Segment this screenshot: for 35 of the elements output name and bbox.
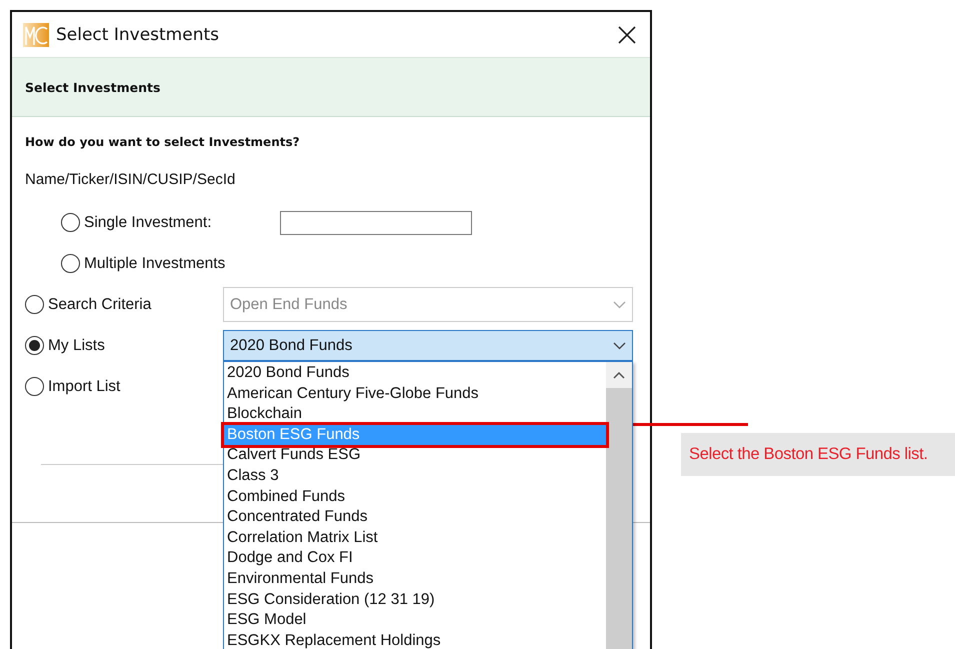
radio-option[interactable]: Search Criteria [25, 295, 152, 314]
single-investment-field[interactable] [280, 210, 472, 234]
question-text: How do you want to select Investments? [25, 135, 300, 151]
list-option[interactable]: ESG Model [224, 610, 606, 631]
chevron-down-icon [613, 300, 626, 308]
lookup-label: Name/Ticker/ISIN/CUSIP/SecId [25, 171, 236, 190]
chevron-up-icon [613, 372, 625, 378]
chevron-down-icon [613, 342, 626, 350]
list-option[interactable]: Environmental Funds [224, 568, 606, 590]
scroll-up-button[interactable] [606, 362, 632, 388]
list-option[interactable]: Dodge and Cox FI [224, 548, 606, 569]
radio-option[interactable]: Import List [25, 377, 120, 396]
radio-option[interactable]: Single Investment: [25, 213, 212, 232]
section-title: Select Investments [25, 80, 160, 94]
radio-button[interactable] [25, 295, 44, 314]
list-option[interactable]: Calvert Funds ESG [224, 445, 606, 466]
list-option[interactable]: Combined Funds [224, 486, 606, 508]
list-option[interactable]: ESGKX Replacement Holdings [224, 630, 606, 649]
radio-button[interactable] [61, 254, 80, 273]
radio-option[interactable]: Multiple Investments [25, 254, 226, 273]
list-option[interactable]: Correlation Matrix List [224, 528, 606, 548]
radio-button[interactable] [25, 377, 44, 396]
radio-button[interactable] [25, 336, 44, 355]
list-option[interactable]: Concentrated Funds [224, 507, 606, 528]
list-option[interactable]: American Century Five-Globe Funds [224, 384, 606, 404]
logo-icon [22, 20, 50, 48]
radio-button[interactable] [61, 213, 80, 232]
list-option[interactable]: ESG Consideration (12 31 19) [224, 590, 606, 610]
list-option[interactable]: Class 3 [224, 466, 606, 487]
window-title: Select Investments [56, 24, 220, 44]
list-option[interactable]: Blockchain [224, 404, 606, 425]
callout-text: Select the Boston ESG Funds list. [689, 445, 928, 464]
radio-option[interactable]: My Lists [25, 336, 105, 355]
scrollbar[interactable] [606, 362, 632, 649]
list-option[interactable]: 2020 Bond Funds [224, 363, 606, 384]
